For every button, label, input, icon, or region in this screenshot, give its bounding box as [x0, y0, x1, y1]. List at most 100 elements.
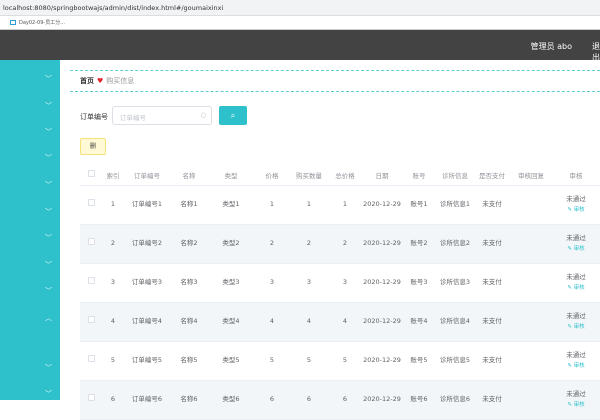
cell-reply [510, 263, 552, 303]
cell-order: 订单编号2 [124, 224, 170, 264]
order-number-input[interactable]: 订单编号 ○ [112, 106, 212, 125]
cell-order: 订单编号3 [124, 263, 170, 303]
audit-label: 审核 [573, 206, 585, 213]
chevron-up-icon[interactable]: ︿ [45, 313, 52, 323]
chevron-down-icon[interactable]: ﹀ [45, 180, 52, 190]
search-icon: ⌕ [230, 111, 236, 120]
chevron-down-icon[interactable]: ﹀ [45, 363, 52, 373]
cell-qty: 4 [290, 302, 328, 342]
cell-price: 3 [254, 263, 290, 303]
cell-paid: 未支付 [474, 185, 510, 225]
audit-button[interactable]: ✎ 审核 [552, 205, 600, 216]
audit-button[interactable]: ✎ 审核 [552, 361, 600, 372]
bookmark-label: Day02-09-员工分... [19, 20, 65, 26]
cell-account: 账号3 [402, 263, 436, 303]
cell-price: 2 [254, 224, 290, 264]
cell-price: 5 [254, 341, 290, 381]
audit-button[interactable]: ✎ 审核 [552, 283, 600, 294]
column-header: 是否支付 [474, 165, 510, 186]
row-checkbox[interactable] [87, 238, 95, 245]
cell-type: 类型1 [208, 185, 254, 225]
cell-price: 4 [254, 302, 290, 342]
column-header: 价格 [254, 165, 290, 186]
table-row[interactable]: 4 订单编号4 名称4 类型4 4 4 4 2020-12-29 账号4 诊所信息4 未支付 未通过 ✎… [80, 302, 600, 342]
cell-type: 类型5 [208, 341, 254, 381]
row-checkbox[interactable] [87, 316, 95, 323]
column-header: 购买数量 [290, 165, 328, 186]
table-row[interactable]: 1 订单编号1 名称1 类型1 1 1 1 2020-12-29 账号1 诊所信息1 未支付 未通过 ✎… [80, 185, 600, 225]
select-all-checkbox[interactable] [87, 170, 95, 178]
table-row[interactable]: 3 订单编号3 名称3 类型3 3 3 3 2020-12-29 账号3 诊所信息3 未支付 未通过 ✎… [80, 263, 600, 303]
main-content: 首页 ♥ 购买信息 订单编号 订单编号 ○ ⌕ 删 索引 订单编号 名称 类型 价格 购买数量总… [60, 60, 600, 420]
heart-icon: ♥ [97, 77, 104, 85]
audit-button[interactable]: ✎ 审核 [552, 244, 600, 255]
column-header: 审核回复 [510, 165, 552, 186]
search-button[interactable]: ⌕ [219, 106, 247, 125]
chevron-down-icon[interactable]: ﹀ [45, 153, 52, 163]
status-text: 未通过 [566, 194, 586, 203]
cell-name: 名称5 [170, 341, 208, 381]
column-header: 总价格 [328, 165, 362, 186]
bookmark-bar: Day02-09-员工分... [0, 16, 600, 30]
folder-icon [10, 20, 16, 25]
column-header: 索引 [102, 165, 124, 186]
cell-index: 1 [102, 185, 124, 225]
column-header: 名称 [170, 165, 208, 186]
row-checkbox[interactable] [87, 277, 95, 284]
address-bar[interactable]: localhost:8080/springbootwajs/admin/dist… [0, 0, 600, 16]
table-row[interactable]: 2 订单编号2 名称2 类型2 2 2 2 2020-12-29 账号2 诊所信息2 未支付 未通过 ✎… [80, 224, 600, 264]
status-text: 未通过 [566, 389, 586, 398]
status-text: 未通过 [566, 311, 586, 320]
audit-button[interactable]: ✎ 审核 [552, 400, 600, 411]
cell-date: 2020-12-29 [362, 263, 402, 303]
delete-button[interactable]: 删 [80, 138, 106, 155]
breadcrumb-home[interactable]: 首页 [80, 77, 94, 85]
chevron-down-icon[interactable]: ﹀ [45, 286, 52, 296]
cell-paid: 未支付 [474, 263, 510, 303]
cell-date: 2020-12-29 [362, 302, 402, 342]
cell-account: 账号1 [402, 185, 436, 225]
status-text: 未通过 [566, 350, 586, 359]
cell-index: 4 [102, 302, 124, 342]
column-header: 审核 [552, 165, 600, 186]
sidebar: ﹀ ﹀ ﹀ ﹀ ﹀ ﹀ ﹀ ﹀ ﹀ ︿ ﹀ ﹀ [0, 60, 60, 400]
chevron-down-icon[interactable]: ﹀ [45, 389, 52, 399]
audit-label: 审核 [573, 245, 585, 252]
bookmark-item[interactable]: Day02-09-员工分... [10, 20, 65, 26]
chevron-down-icon[interactable]: ﹀ [45, 233, 52, 243]
column-header: 订单编号 [124, 165, 170, 186]
cell-name: 名称4 [170, 302, 208, 342]
cell-reply [510, 224, 552, 264]
cell-price: 1 [254, 185, 290, 225]
cell-paid: 未支付 [474, 341, 510, 381]
chevron-down-icon[interactable]: ﹀ [45, 74, 52, 84]
audit-label: 审核 [573, 362, 585, 369]
table-row[interactable]: 5 订单编号5 名称5 类型5 5 5 5 2020-12-29 账号5 诊所信息5 未支付 未通过 ✎… [80, 341, 600, 381]
status-text: 未通过 [566, 272, 586, 281]
cell-reply [510, 341, 552, 381]
column-header: 账号 [402, 165, 436, 186]
audit-label: 审核 [573, 401, 585, 408]
cell-reply [510, 185, 552, 225]
cell-clinic: 诊所信息1 [436, 185, 474, 225]
chevron-down-icon[interactable]: ﹀ [45, 127, 52, 137]
cell-name: 名称1 [170, 185, 208, 225]
status-text: 未通过 [566, 233, 586, 242]
breadcrumb: 首页 ♥ 购买信息 [70, 70, 600, 92]
row-checkbox[interactable] [87, 199, 95, 206]
chevron-down-icon[interactable]: ﹀ [45, 260, 52, 270]
cell-reply [510, 302, 552, 342]
cell-total: 3 [328, 263, 362, 303]
chevron-down-icon[interactable]: ﹀ [45, 207, 52, 217]
row-checkbox[interactable] [87, 355, 95, 362]
audit-button[interactable]: ✎ 审核 [552, 322, 600, 333]
cell-total: 4 [328, 302, 362, 342]
search-icon: ○ [200, 111, 206, 119]
data-table: 索引 订单编号 名称 类型 价格 购买数量 总价格 日期 账号 诊所信息 是否支付 审核回复 审核 1订… [80, 165, 600, 420]
breadcrumb-current: 购买信息 [106, 77, 135, 85]
placeholder: 订单编号 [120, 114, 146, 122]
audit-label: 审核 [573, 284, 585, 291]
cell-account: 账号4 [402, 302, 436, 342]
cell-date: 2020-12-29 [362, 224, 402, 264]
chevron-down-icon[interactable]: ﹀ [45, 101, 52, 111]
